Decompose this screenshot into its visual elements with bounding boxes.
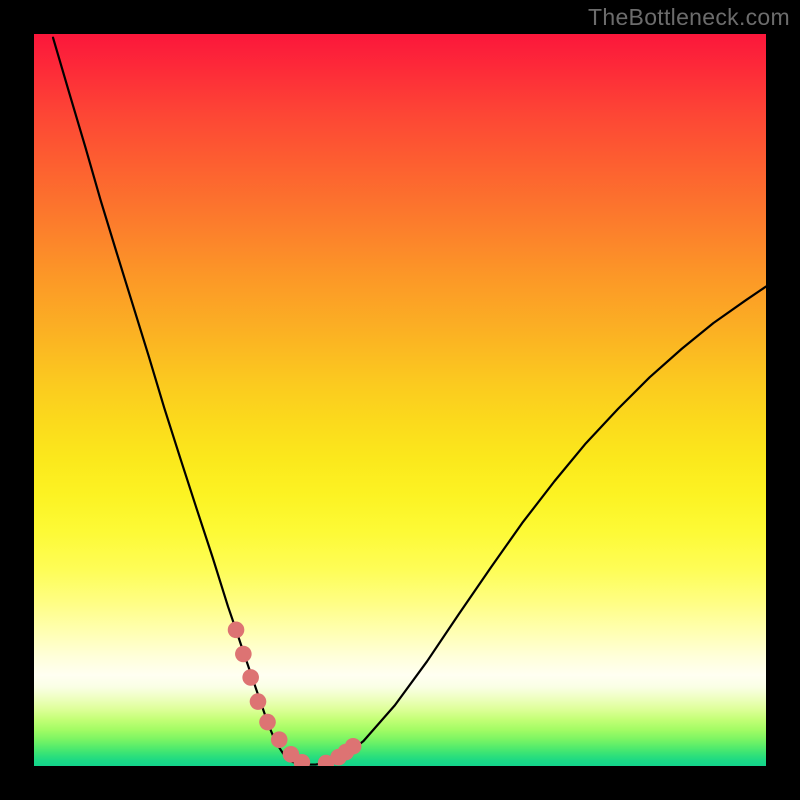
highlight-dot: [228, 622, 245, 639]
highlight-dot: [235, 646, 252, 663]
watermark-label: TheBottleneck.com: [588, 4, 790, 31]
bottleneck-curve-svg: [34, 34, 766, 766]
plot-area: [34, 34, 766, 766]
chart-stage: TheBottleneck.com: [0, 0, 800, 800]
highlight-dot: [250, 693, 267, 710]
bottleneck-curve-path: [53, 38, 766, 765]
highlight-dot: [259, 714, 276, 731]
highlight-dot: [345, 738, 362, 755]
highlight-dot: [242, 669, 259, 686]
highlight-dot: [271, 731, 288, 748]
